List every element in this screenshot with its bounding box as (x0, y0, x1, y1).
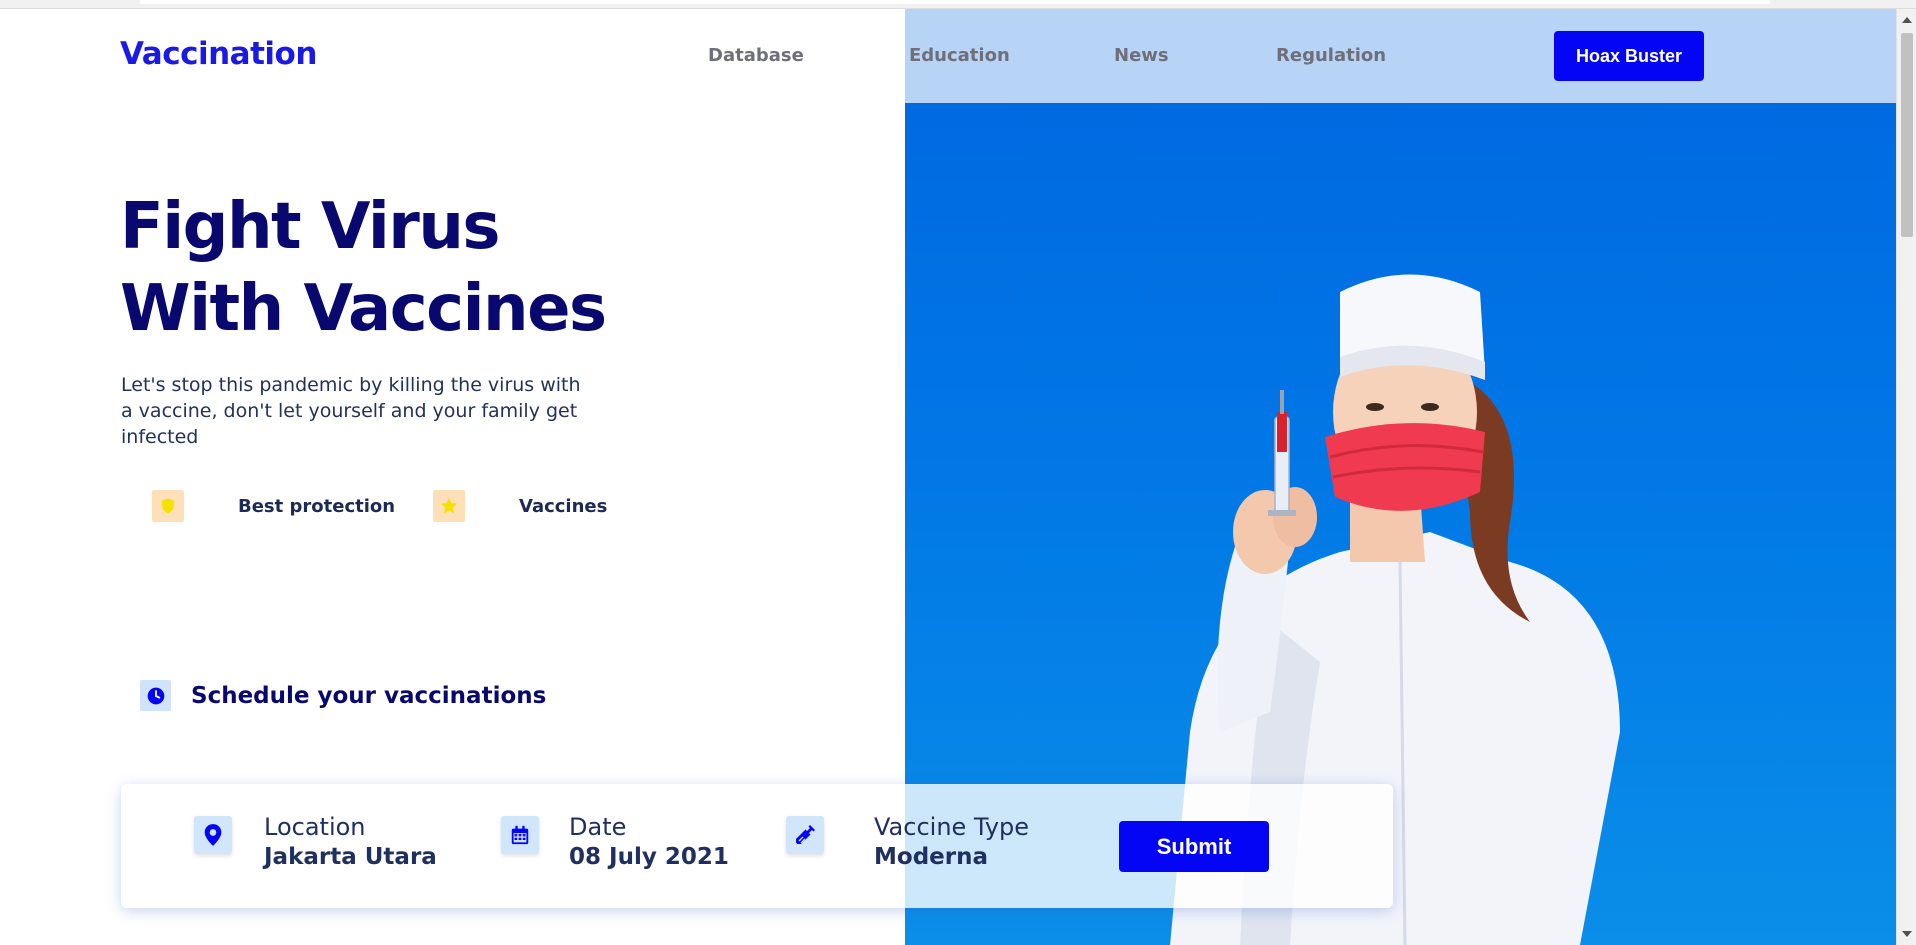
location-value[interactable]: Jakarta Utara (264, 842, 437, 872)
shield-icon (152, 490, 184, 522)
vaccine-type-label: Vaccine Type (874, 813, 1030, 841)
page-scrollbar[interactable] (1896, 9, 1916, 945)
hero-headline: Fight Virus With Vaccines (120, 186, 820, 350)
date-field[interactable]: Date 08 July 2021 (501, 812, 729, 872)
hoax-buster-button[interactable]: Hoax Buster (1554, 31, 1704, 81)
schedule-heading: Schedule your vaccinations (140, 680, 546, 711)
clock-icon (140, 680, 171, 711)
nav-link-education[interactable]: Education (909, 45, 1010, 66)
hero-subtext: Let's stop this pandemic by killing the … (121, 374, 581, 448)
scroll-down-arrow-icon[interactable] (1902, 931, 1912, 937)
calendar-icon (501, 816, 539, 854)
feature-label: Vaccines (519, 495, 608, 517)
nav-link-database[interactable]: Database (708, 45, 804, 66)
feature-label: Best protection (238, 495, 396, 517)
star-icon (433, 490, 465, 522)
vaccine-type-value[interactable]: Moderna (874, 842, 1029, 872)
scrollbar-thumb[interactable] (1901, 33, 1913, 237)
nav-overlay (905, 9, 1896, 103)
syringe-icon (786, 816, 824, 854)
hero-headline-line1: Fight Virus (120, 190, 500, 264)
browser-top-strip (0, 0, 1916, 9)
schedule-title: Schedule your vaccinations (191, 682, 547, 709)
submit-button[interactable]: Submit (1119, 821, 1269, 872)
date-label: Date (569, 813, 627, 841)
location-pin-icon (194, 816, 232, 854)
schedule-panel: Location Jakarta Utara Date 08 July 2021… (121, 784, 1393, 908)
scroll-up-arrow-icon[interactable] (1902, 17, 1912, 23)
nav-link-news[interactable]: News (1114, 45, 1169, 66)
date-value[interactable]: 08 July 2021 (569, 842, 729, 872)
nav-link-regulation[interactable]: Regulation (1276, 45, 1386, 66)
feature-best-protection: Best protection (152, 490, 395, 522)
hero-headline-line2: With Vaccines (120, 272, 607, 346)
location-label: Location (264, 813, 366, 841)
vaccine-type-field[interactable]: Vaccine Type Moderna (786, 812, 1029, 872)
brand-logo[interactable]: Vaccination (120, 36, 317, 72)
location-field[interactable]: Location Jakarta Utara (194, 812, 437, 872)
feature-vaccines: Vaccines (433, 490, 607, 522)
